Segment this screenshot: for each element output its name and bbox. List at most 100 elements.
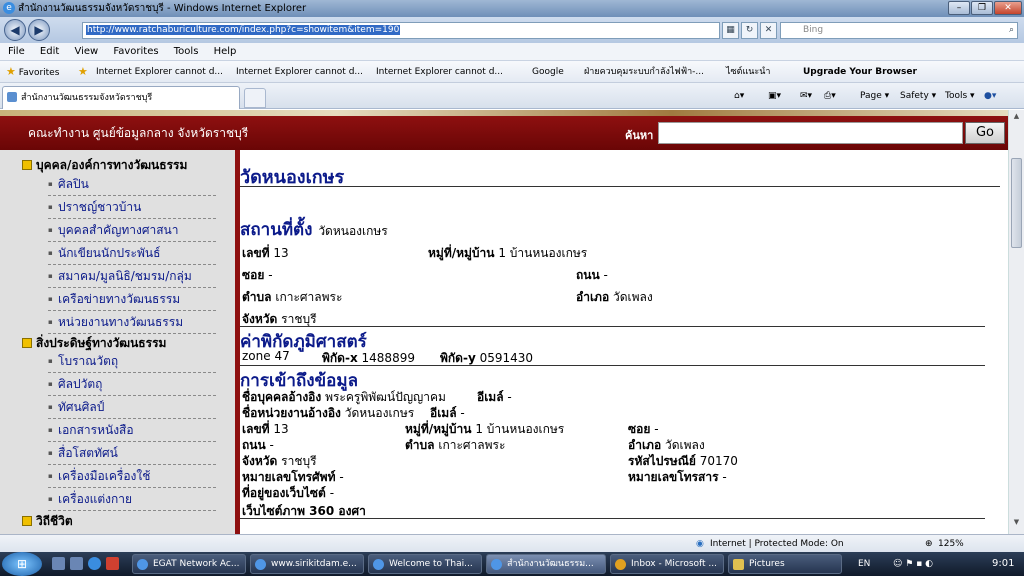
print-icon[interactable]: ⎙▾ (824, 87, 836, 105)
sidebar-item[interactable]: ทัศนศิลป์ (48, 396, 216, 419)
search-input[interactable]: Bing ⌕ (780, 22, 1018, 39)
language-indicator[interactable]: EN (858, 552, 870, 576)
menu-edit[interactable]: Edit (40, 46, 59, 57)
sidebar-item[interactable]: เครือข่ายทางวัฒนธรรม (48, 288, 216, 311)
sidebar-item[interactable]: เครื่องแต่งกาย (48, 488, 216, 511)
scroll-up-icon[interactable]: ▲ (1011, 112, 1022, 124)
favorites-bar: ★ Favorites ★ Internet Explorer cannot d… (0, 61, 1024, 83)
field-label: ที่อยู่ของเว็บไซต์ (242, 486, 326, 500)
compat-view-icon[interactable]: ▦ (722, 22, 739, 39)
search-icon[interactable]: ⌕ (1009, 23, 1014, 38)
field-label: หมายเลขโทรสาร (628, 470, 719, 484)
field-value: - (268, 268, 273, 282)
fav-link-2[interactable]: Internet Explorer cannot d... (236, 61, 363, 83)
field-label: ชื่อหน่วยงานอ้างอิง (242, 406, 341, 420)
show-desktop-icon[interactable] (52, 557, 65, 570)
field-value: - (460, 406, 465, 420)
add-favorite-icon[interactable]: ★ (78, 61, 88, 83)
sidebar: บุคคล/องค์การทางวัฒนธรรม ศิลปิน ปราชญ์ชา… (0, 150, 235, 534)
switch-windows-icon[interactable] (70, 557, 83, 570)
back-button[interactable]: ◀ (4, 19, 26, 41)
fav-link-upgrade[interactable]: Upgrade Your Browser (803, 61, 917, 83)
field-value: - (329, 486, 335, 500)
fav-link-3[interactable]: Internet Explorer cannot d... (376, 61, 503, 83)
sidebar-item[interactable]: สมาคม/มูลนิธิ/ชมรม/กลุ่ม (48, 265, 216, 288)
sidebar-item[interactable]: นักเขียนนักประพันธ์ (48, 242, 216, 265)
sidebar-item[interactable]: ศิลปิน (48, 173, 216, 196)
sidebar-item[interactable]: บุคคลสำคัญทางศาสนา (48, 219, 216, 242)
ie-logo-icon: e (3, 2, 15, 14)
tools-menu[interactable]: Tools ▾ (945, 87, 975, 105)
minimize-button[interactable]: – (948, 1, 970, 15)
fav-link-1[interactable]: Internet Explorer cannot d... (96, 61, 223, 83)
stop-icon[interactable]: ✕ (760, 22, 777, 39)
scroll-thumb[interactable] (1011, 158, 1022, 248)
zoom-level[interactable]: 125% (938, 535, 964, 553)
taskbar-item[interactable]: Inbox - Microsoft ... (610, 554, 724, 574)
house-no-field: เลขที่ 13 (242, 244, 289, 263)
field-value: 1 บ้านหนองเกษร (475, 422, 565, 436)
field-label: เว็บไซต์ภาพ 360 องศา (242, 504, 366, 518)
new-tab-button[interactable] (244, 88, 266, 108)
status-bar: ◉ Internet | Protected Mode: On ⊕ 125% (0, 534, 1024, 552)
fav-link-google[interactable]: Google (532, 61, 564, 83)
taskbar-item[interactable]: Welcome to Thai... (368, 554, 482, 574)
sidebar-item[interactable]: ปราชญ์ชาวบ้าน (48, 196, 216, 219)
page-menu[interactable]: Page ▾ (860, 87, 889, 105)
menu-file[interactable]: File (8, 46, 25, 57)
start-button[interactable]: ⊞ (2, 552, 42, 576)
sidebar-item[interactable]: เครื่องมือเครื่องใช้ (48, 465, 216, 488)
taskbar-item-active[interactable]: สำนักงานวัฒนธรรม... (486, 554, 606, 574)
menu-tools[interactable]: Tools (174, 46, 199, 57)
safety-menu[interactable]: Safety ▾ (900, 87, 936, 105)
tray-icons[interactable]: ☺ ⚑ ▪ ◐ (893, 552, 933, 576)
go-button[interactable]: Go (965, 122, 1005, 144)
address-input[interactable]: http://www.ratchaburiculture.com/index.p… (82, 22, 720, 39)
forward-button[interactable]: ▶ (28, 19, 50, 41)
field-label: พิกัด-x (322, 351, 358, 365)
field-value: 0591430 (479, 351, 534, 365)
media-quicklaunch-icon[interactable] (106, 557, 119, 570)
field-label: ตำบล (405, 438, 435, 452)
sidebar-category-3[interactable]: วิถีชีวิต (22, 512, 73, 531)
refresh-icon[interactable]: ↻ (741, 22, 758, 39)
menu-help[interactable]: Help (214, 46, 237, 57)
feeds-icon[interactable]: ▣▾ (768, 87, 781, 105)
vertical-scrollbar[interactable]: ▲ ▼ (1008, 110, 1024, 534)
taskbar-item[interactable]: Pictures (728, 554, 842, 574)
main-content: วัดหนองเกษร สถานที่ตั้ง วัดหนองเกษร เลขท… (240, 150, 1008, 534)
sidebar-item[interactable]: โบราณวัตถุ (48, 350, 216, 373)
tab-row: สำนักงานวัฒนธรรมจังหวัดราชบุรี ⌂▾ ▣▾ ✉▾ … (0, 83, 1024, 109)
sidebar-item[interactable]: หน่วยงานทางวัฒนธรรม (48, 311, 216, 334)
site-header: คณะทำงาน ศูนย์ข้อมูลกลาง จังหวัดราชบุรี … (0, 116, 1008, 150)
help-icon[interactable]: ●▾ (984, 87, 996, 105)
clock[interactable]: 9:01 (992, 552, 1014, 576)
fav-link-egat[interactable]: ฝ่ายควบคุมระบบกำลังไฟฟ้า-... (584, 61, 704, 83)
sidebar-item[interactable]: ศิลปวัตถุ (48, 373, 216, 396)
fax-field: หมายเลขโทรสาร - (628, 468, 727, 487)
taskbar-label: EGAT Network Ac... (153, 559, 240, 569)
location-heading-text: สถานที่ตั้ง (240, 220, 313, 240)
field-value: 1 บ้านหนองเกษร (498, 246, 588, 260)
field-label: หมู่ที่/หมู่บ้าน (405, 422, 472, 436)
sidebar-item[interactable]: เอกสารหนังสือ (48, 419, 216, 442)
menu-favorites[interactable]: Favorites (113, 46, 158, 57)
field-label: พิกัด-y (440, 351, 476, 365)
taskbar-item[interactable]: www.sirikitdam.e... (250, 554, 364, 574)
scroll-down-icon[interactable]: ▼ (1011, 518, 1022, 530)
safety-menu-label: Safety (900, 91, 929, 101)
tab-title: สำนักงานวัฒนธรรมจังหวัดราชบุรี (21, 93, 153, 103)
tab-active[interactable]: สำนักงานวัฒนธรรมจังหวัดราชบุรี (2, 86, 240, 109)
site-search-input[interactable] (658, 122, 963, 144)
field-value: วัดเพลง (665, 438, 705, 452)
fav-link-suggested[interactable]: ไซต์แนะนำ (726, 61, 770, 83)
home-icon[interactable]: ⌂▾ (734, 87, 744, 105)
maximize-button[interactable]: ❐ (971, 1, 993, 15)
favorites-button[interactable]: ★ Favorites (6, 61, 59, 84)
menu-view[interactable]: View (74, 46, 98, 57)
close-button[interactable]: ✕ (994, 1, 1022, 15)
taskbar-item[interactable]: EGAT Network Ac... (132, 554, 246, 574)
ie-quicklaunch-icon[interactable] (88, 557, 101, 570)
mail-icon[interactable]: ✉▾ (800, 87, 812, 105)
sidebar-item[interactable]: สื่อโสตทัศน์ (48, 442, 216, 465)
